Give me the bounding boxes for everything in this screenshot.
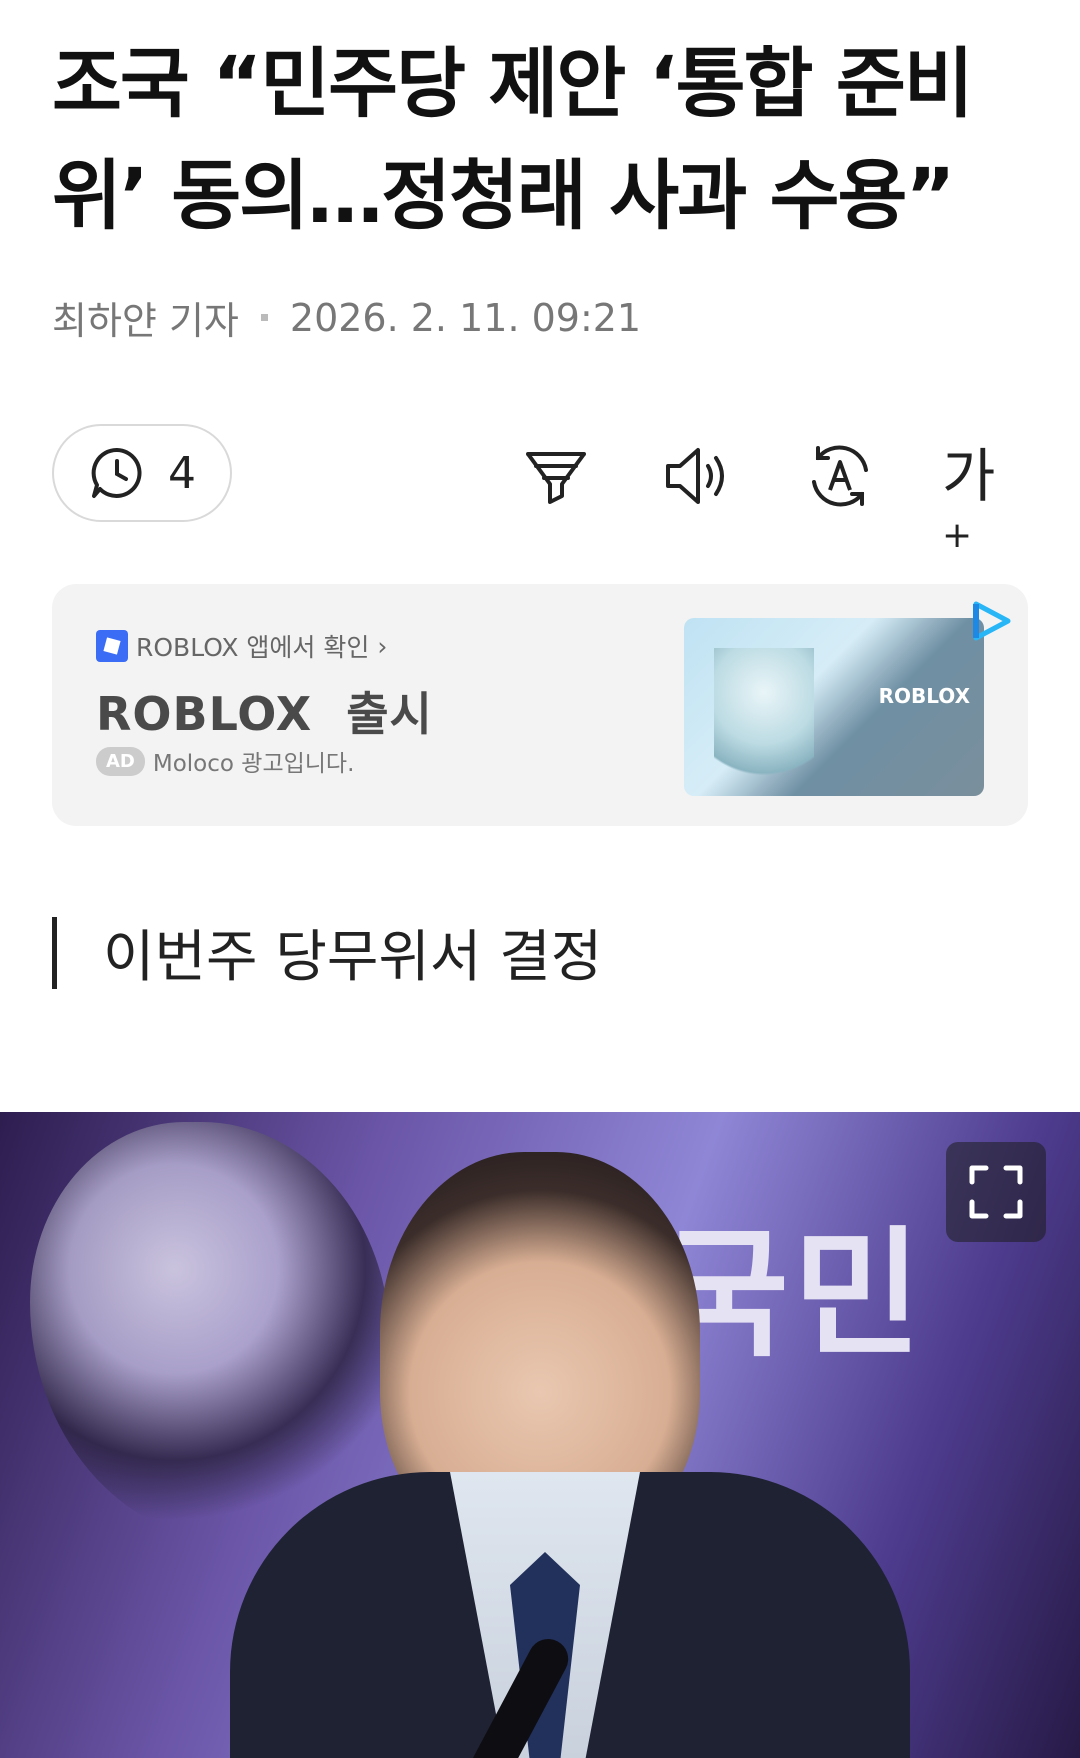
headline-line-2: 위’ 동의…정청래 사과 수용” xyxy=(52,151,955,240)
subheading-bar xyxy=(52,916,57,989)
summary-filter-icon xyxy=(526,452,586,504)
byline-separator xyxy=(260,314,268,321)
subheading-text: 이번주 당무위서 결정 xyxy=(103,925,603,990)
ad-title: ROBLOX 출시 xyxy=(96,687,433,741)
font-size-plus: + xyxy=(942,515,973,556)
font-size-label: 가 xyxy=(942,442,996,510)
read-aloud-button[interactable] xyxy=(662,440,734,512)
roblox-logo-icon xyxy=(96,630,128,662)
font-size-icon: 가+ xyxy=(942,442,995,593)
ad-image-brand: ROBLOX xyxy=(878,684,970,708)
fullscreen-button[interactable] xyxy=(946,1142,1046,1242)
ad-source-link[interactable]: ROBLOX 앱에서 확인 › xyxy=(96,628,387,664)
article-headline: 조국 “민주당 제안 ‘통합 준비 위’ 동의…정청래 사과 수용” xyxy=(52,28,1042,252)
translate-icon xyxy=(812,445,868,507)
ad-card[interactable]: ROBLOX 앱에서 확인 › ROBLOX 출시 AD Moloco 광고입니… xyxy=(52,584,1028,826)
summary-button[interactable] xyxy=(520,440,592,512)
photo-horse-graphic xyxy=(30,1122,390,1542)
article-subheading: 이번주 당무위서 결정 xyxy=(52,912,602,993)
ad-source-label: ROBLOX 앱에서 확인 xyxy=(136,633,370,662)
chevron-right-icon: › xyxy=(377,631,388,661)
fullscreen-icon xyxy=(969,1165,1023,1219)
comment-button[interactable]: 4 xyxy=(52,424,232,522)
article-photo[interactable]: 국민 xyxy=(0,1112,1080,1758)
ad-choices-icon[interactable] xyxy=(968,598,1014,644)
headline-line-1: 조국 “민주당 제안 ‘통합 준비 xyxy=(52,39,974,128)
ad-character-figure xyxy=(714,648,814,796)
article-toolbar: 4 가+ xyxy=(0,424,1080,556)
speaker-icon xyxy=(666,448,724,504)
ad-image[interactable]: ROBLOX xyxy=(684,618,984,796)
comment-count: 4 xyxy=(168,447,196,499)
comment-clock-icon xyxy=(91,447,142,498)
reporter-name: 최하얀 기자 xyxy=(52,299,239,343)
byline: 최하얀 기자 2026. 2. 11. 09:21 xyxy=(52,290,641,345)
published-date: 2026. 2. 11. 09:21 xyxy=(289,295,642,340)
ad-label: AD Moloco 광고입니다. xyxy=(96,744,354,778)
translate-button[interactable] xyxy=(804,440,876,512)
ad-advertiser: Moloco 광고입니다. xyxy=(152,751,355,777)
ad-badge: AD xyxy=(96,746,145,776)
font-size-button[interactable]: 가+ xyxy=(942,440,1022,556)
